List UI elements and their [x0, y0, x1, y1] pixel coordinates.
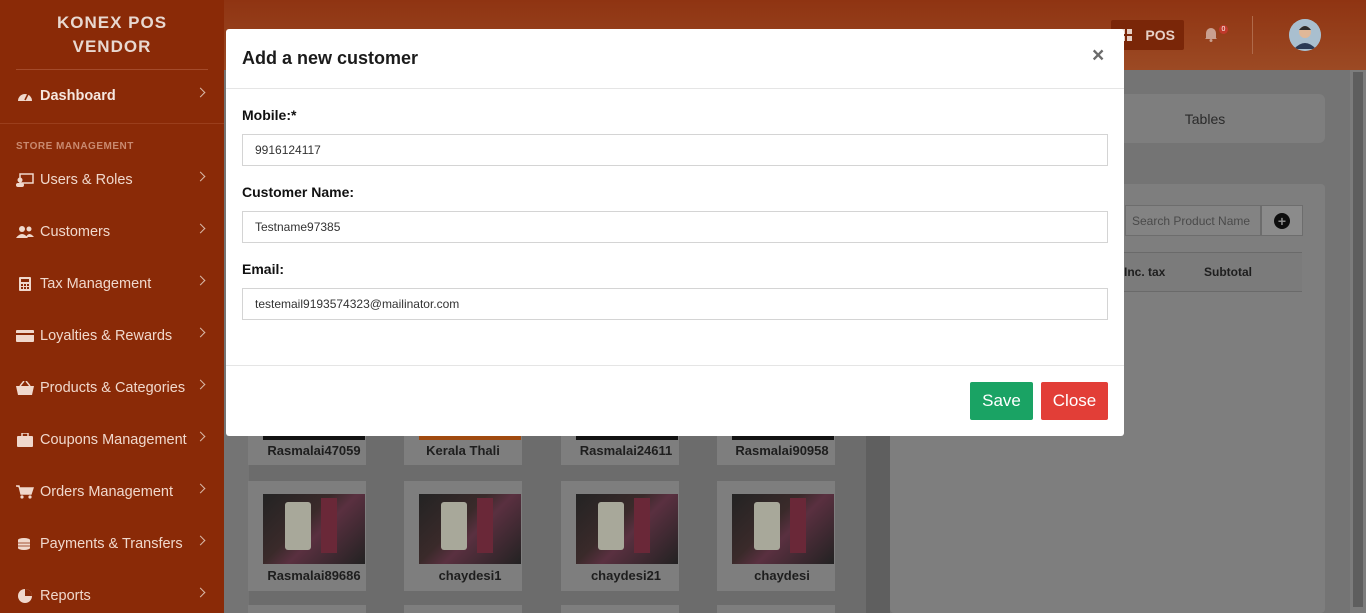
- sidebar-item-reports[interactable]: Reports: [0, 581, 224, 611]
- cart-icon: [16, 485, 34, 499]
- modal-title: Add a new customer: [242, 48, 419, 68]
- bell-icon[interactable]: [1204, 26, 1218, 42]
- briefcase-icon: [16, 433, 34, 447]
- product-name: Rasmalai47059: [267, 443, 361, 458]
- customers-icon: [16, 225, 34, 239]
- product-card[interactable]: [248, 605, 366, 613]
- avatar[interactable]: [1289, 19, 1321, 51]
- chevron-right-icon: [195, 223, 206, 234]
- users-roles-icon: [16, 173, 34, 187]
- email-label: Email:: [242, 261, 285, 277]
- section-label: STORE MANAGEMENT: [16, 141, 134, 152]
- product-card[interactable]: chaydesi1: [404, 481, 522, 591]
- pie-chart-icon: [16, 589, 34, 603]
- close-icon[interactable]: ×: [1092, 45, 1104, 67]
- sidebar-item-coupons-management[interactable]: Coupons Management: [0, 425, 224, 455]
- divider: [0, 123, 224, 124]
- basket-icon: [16, 381, 34, 395]
- divider: [866, 436, 890, 613]
- product-image: [732, 494, 834, 564]
- product-image: [576, 494, 678, 564]
- column-header: Subtotal: [1204, 265, 1252, 279]
- product-card[interactable]: [717, 605, 835, 613]
- calculator-icon: [16, 277, 34, 291]
- chevron-right-icon: [195, 483, 206, 494]
- add-product-button[interactable]: +: [1261, 205, 1303, 236]
- product-card[interactable]: [561, 605, 679, 613]
- add-customer-modal: Add a new customer × Mobile:* Customer N…: [226, 29, 1124, 436]
- sidebar-item-tax-management[interactable]: Tax Management: [0, 269, 224, 299]
- scrollbar-thumb[interactable]: [1353, 72, 1363, 607]
- coins-icon: [16, 537, 34, 551]
- divider: [226, 88, 1124, 89]
- product-image: [419, 494, 521, 564]
- notification-badge: 0: [1219, 25, 1228, 34]
- product-image: [263, 494, 365, 564]
- product-name: chaydesi21: [590, 568, 662, 583]
- sidebar-item-loyalties-rewards[interactable]: Loyalties & Rewards: [0, 321, 224, 351]
- sidebar-item-dashboard[interactable]: Dashboard: [0, 81, 224, 111]
- product-card[interactable]: Rasmalai47059: [248, 436, 366, 465]
- card-icon: [16, 329, 34, 343]
- chevron-right-icon: [195, 535, 206, 546]
- chevron-right-icon: [195, 587, 206, 598]
- chevron-right-icon: [195, 327, 206, 338]
- chevron-right-icon: [195, 431, 206, 442]
- product-name: Kerala Thali: [426, 443, 500, 458]
- sidebar-item-products-categories[interactable]: Products & Categories: [0, 373, 224, 403]
- chevron-right-icon: [195, 87, 206, 98]
- customer-name-label: Customer Name:: [242, 184, 355, 200]
- product-search-input[interactable]: Search Product Name: [1125, 205, 1261, 236]
- brand-logo-text: KONEX POS VENDOR: [56, 13, 168, 56]
- chevron-right-icon: [195, 171, 206, 182]
- sidebar-item-orders-management[interactable]: Orders Management: [0, 477, 224, 507]
- product-card[interactable]: Rasmalai89686: [248, 481, 366, 591]
- product-name: Rasmalai89686: [267, 568, 361, 583]
- customer-name-input[interactable]: [242, 211, 1108, 243]
- mobile-label: Mobile:*: [242, 107, 297, 123]
- sidebar: KONEX POS VENDOR Dashboard STORE MANAGEM…: [0, 0, 224, 613]
- sidebar-item-payments-transfers[interactable]: Payments & Transfers: [0, 529, 224, 559]
- sidebar-item-customers[interactable]: Customers: [0, 217, 224, 247]
- column-header: Inc. tax: [1124, 265, 1166, 279]
- chevron-right-icon: [195, 275, 206, 286]
- close-button[interactable]: Close: [1041, 382, 1108, 420]
- product-card[interactable]: chaydesi: [717, 481, 835, 591]
- chevron-right-icon: [195, 379, 206, 390]
- product-card[interactable]: [404, 605, 522, 613]
- gauge-icon: [16, 89, 34, 103]
- cart-table-header: Inc. tax Subtotal: [1122, 252, 1302, 292]
- product-name: chaydesi: [754, 568, 810, 583]
- email-input[interactable]: [242, 288, 1108, 320]
- mobile-input[interactable]: [242, 134, 1108, 166]
- product-card[interactable]: Rasmalai24611: [561, 436, 679, 465]
- product-card[interactable]: chaydesi21: [561, 481, 679, 591]
- save-button[interactable]: Save: [970, 382, 1033, 420]
- product-name: Rasmalai24611: [579, 443, 673, 458]
- product-card[interactable]: Kerala Thali: [404, 436, 522, 465]
- divider: [226, 365, 1124, 366]
- product-name: chaydesi1: [438, 568, 502, 583]
- product-name: Rasmalai90958: [735, 443, 829, 458]
- divider: [16, 69, 208, 70]
- sidebar-item-users-roles[interactable]: Users & Roles: [0, 165, 224, 195]
- divider: [1252, 16, 1253, 54]
- plus-circle-icon: +: [1274, 212, 1290, 229]
- product-card[interactable]: Rasmalai90958: [717, 436, 835, 465]
